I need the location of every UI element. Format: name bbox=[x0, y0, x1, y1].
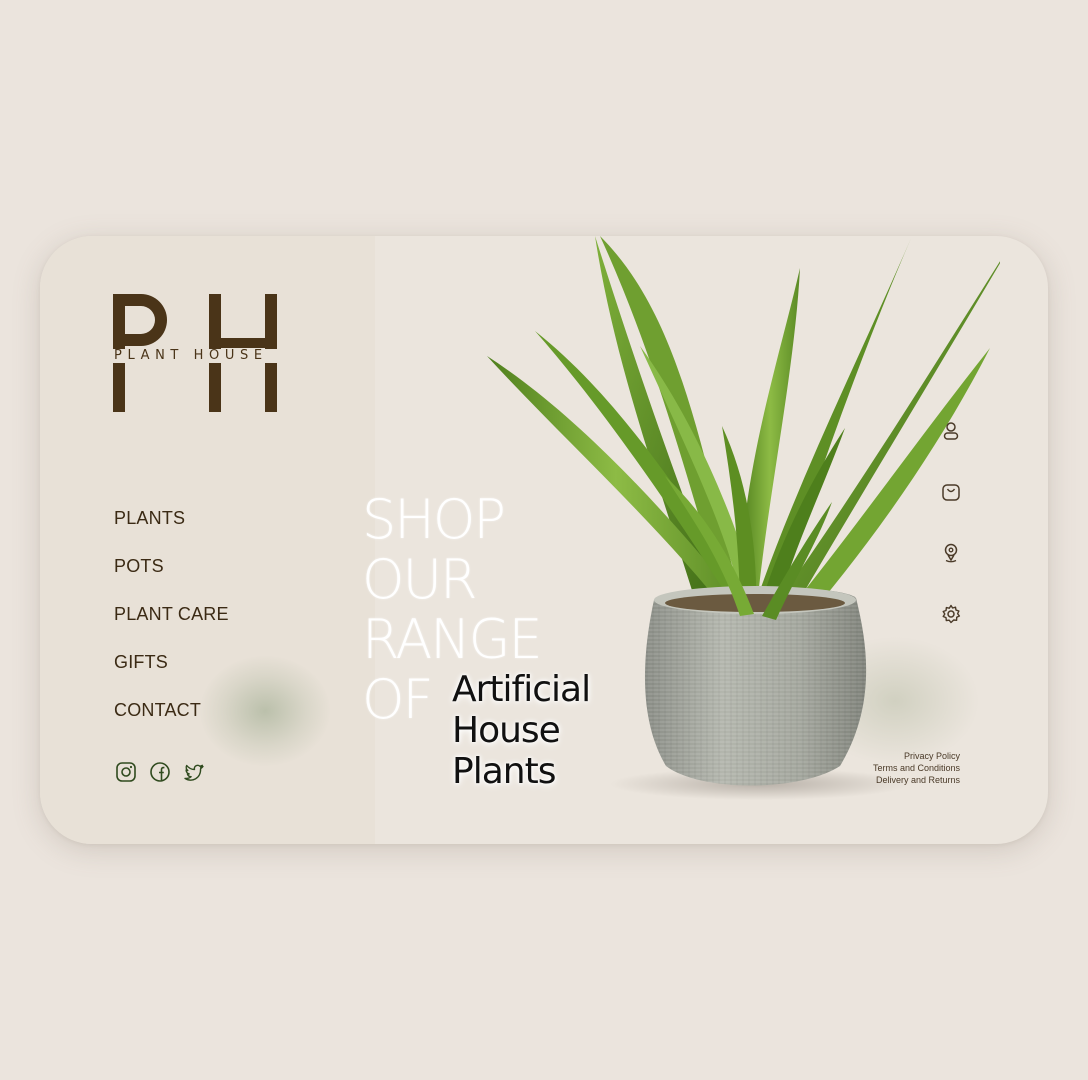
brand-name: PLANT HOUSE bbox=[113, 349, 281, 363]
nav-item-gifts[interactable]: GIFTS bbox=[114, 650, 229, 698]
headline-line: OUR bbox=[362, 548, 478, 611]
nav-item-plant-care[interactable]: PLANT CARE bbox=[114, 602, 229, 650]
user-icon[interactable] bbox=[940, 420, 962, 442]
headline-line: RANGE bbox=[362, 608, 543, 671]
subheadline-line: Artificial bbox=[452, 669, 591, 710]
main-nav: PLANTS POTS PLANT CARE GIFTS CONTACT bbox=[114, 506, 229, 746]
hero-card: PLANT HOUSE PLANTS POTS PLANT CARE GIFTS… bbox=[40, 236, 1048, 844]
nav-item-pots[interactable]: POTS bbox=[114, 554, 229, 602]
facebook-icon[interactable] bbox=[149, 761, 171, 783]
nav-item-plants[interactable]: PLANTS bbox=[114, 506, 229, 554]
twitter-icon[interactable] bbox=[183, 761, 205, 783]
privacy-policy-link[interactable]: Privacy Policy bbox=[873, 750, 960, 762]
subheadline-line: Plants bbox=[452, 751, 556, 792]
utility-icons bbox=[940, 420, 962, 664]
delivery-returns-link[interactable]: Delivery and Returns bbox=[873, 774, 960, 786]
hero-subheadline: Artificial House Plants bbox=[452, 669, 591, 792]
terms-link[interactable]: Terms and Conditions bbox=[873, 762, 960, 774]
location-icon[interactable] bbox=[940, 542, 962, 564]
nav-item-contact[interactable]: CONTACT bbox=[114, 698, 229, 746]
brand-logo[interactable]: PLANT HOUSE bbox=[113, 294, 283, 412]
headline-line: SHOP bbox=[362, 488, 506, 551]
subheadline-line: House bbox=[452, 710, 561, 751]
bag-icon[interactable] bbox=[940, 481, 962, 503]
footer-links: Privacy Policy Terms and Conditions Deli… bbox=[873, 750, 960, 786]
settings-icon[interactable] bbox=[940, 603, 962, 625]
social-links bbox=[115, 761, 205, 783]
instagram-icon[interactable] bbox=[115, 761, 137, 783]
